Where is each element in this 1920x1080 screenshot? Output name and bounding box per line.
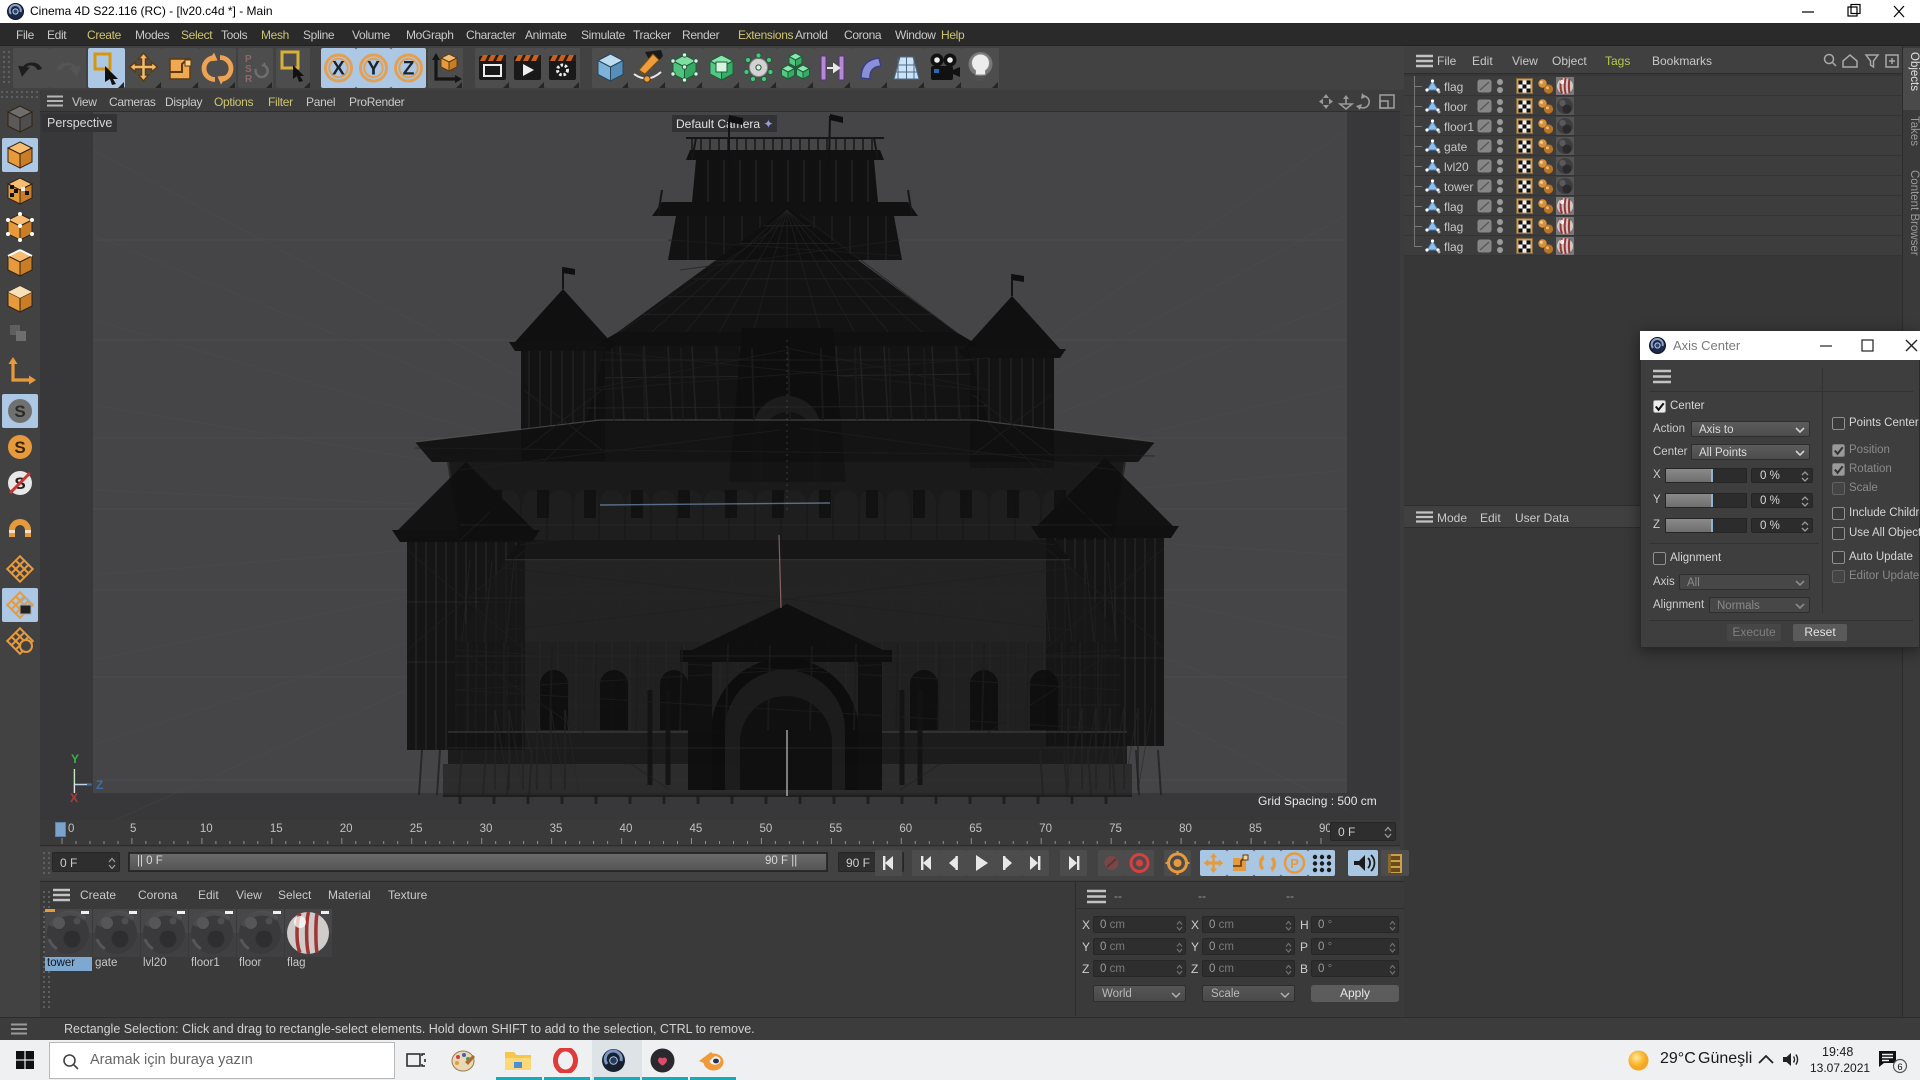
svg-text:R: R [245, 74, 253, 85]
svg-text:6: 6 [1897, 1062, 1902, 1073]
svg-text:X: X [332, 59, 345, 80]
svg-text:S: S [14, 402, 25, 421]
svg-text:S: S [14, 438, 25, 457]
svg-text:P: P [1290, 856, 1299, 871]
svg-text:Y: Y [367, 59, 380, 80]
svg-text:Z: Z [403, 59, 415, 80]
